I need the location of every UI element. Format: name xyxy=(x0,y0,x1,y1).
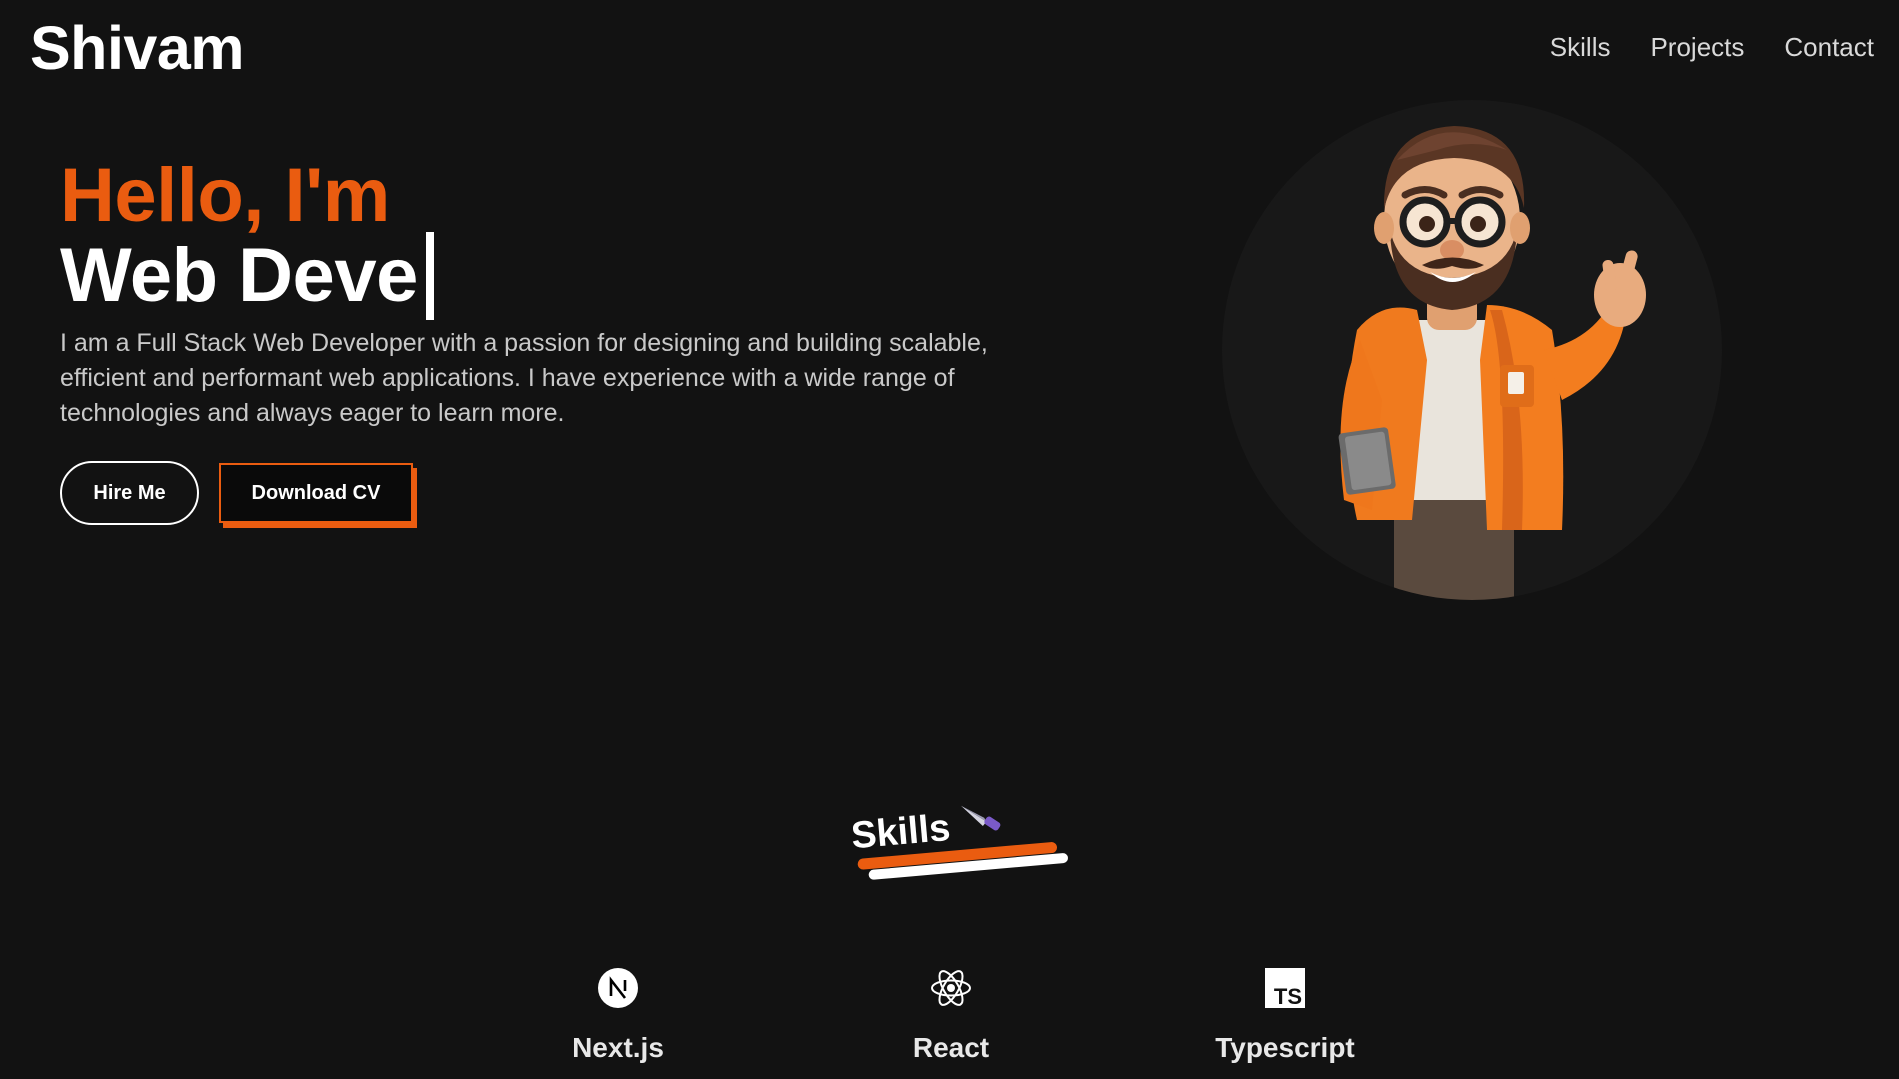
svg-text:TS: TS xyxy=(1274,984,1302,1009)
typing-cursor xyxy=(425,232,434,320)
skill-card-nextjs: Next.js xyxy=(518,966,718,1062)
hire-me-button[interactable]: Hire Me xyxy=(60,461,199,525)
hero-role-typing: Web Deve xyxy=(60,232,434,320)
skill-name: Next.js xyxy=(572,1032,664,1063)
nextjs-icon xyxy=(596,966,640,1010)
avatar-illustration xyxy=(1338,126,1646,600)
knife-icon xyxy=(957,796,1005,845)
typescript-icon: TS xyxy=(1263,966,1307,1010)
skill-name: React xyxy=(912,1032,990,1063)
skill-card-react: React xyxy=(851,966,1051,1062)
site-logo[interactable]: Shivam xyxy=(30,18,245,79)
skills-heading: Skills xyxy=(847,791,1073,890)
nav-link-contact[interactable]: Contact xyxy=(1784,34,1874,60)
download-cv-button[interactable]: Download CV xyxy=(219,463,413,523)
react-icon xyxy=(929,966,973,1010)
avatar xyxy=(1222,100,1722,600)
hero-description: I am a Full Stack Web Developer with a p… xyxy=(60,329,988,427)
main-nav: Skills Projects Contact xyxy=(1550,34,1874,60)
nav-link-skills[interactable]: Skills xyxy=(1550,34,1611,60)
skills-title: Skills xyxy=(849,806,953,858)
skill-name: Typescript xyxy=(1215,1032,1355,1063)
skill-card-typescript: TS Typescript xyxy=(1185,966,1385,1062)
nav-link-projects[interactable]: Projects xyxy=(1650,34,1744,60)
hero-greeting: Hello, I'm xyxy=(60,153,390,238)
hero-role-text: Web Deve xyxy=(60,233,418,318)
